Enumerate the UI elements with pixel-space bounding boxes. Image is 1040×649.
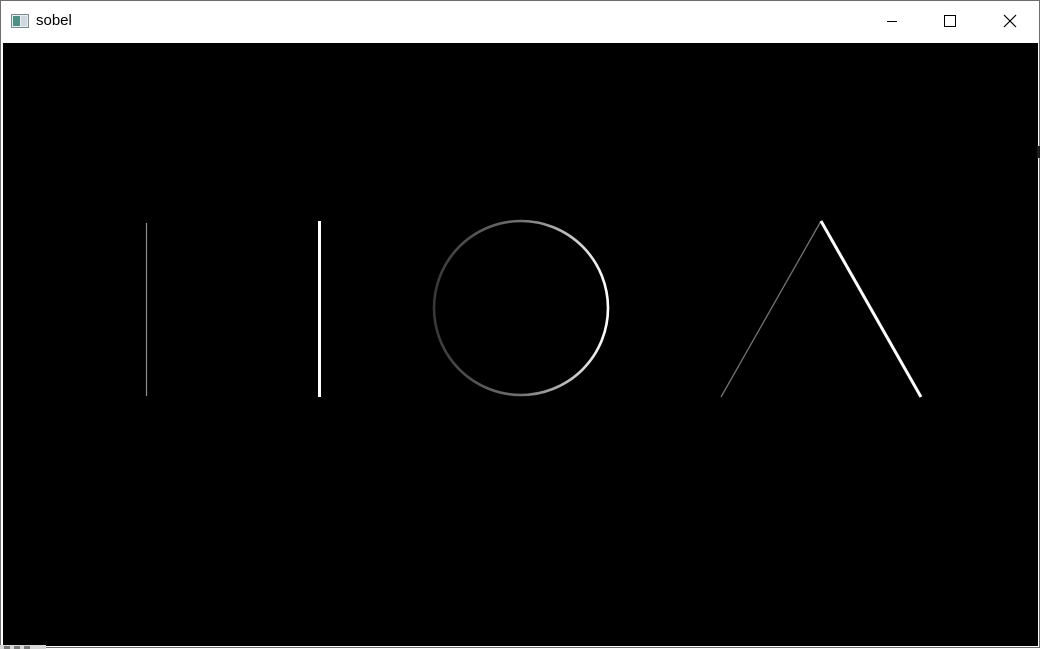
window-title: sobel: [36, 12, 72, 29]
close-button[interactable]: [981, 1, 1039, 41]
title-bar[interactable]: sobel: [1, 1, 1039, 41]
app-window: sobel: [0, 0, 1040, 648]
sobel-edge-image: [145, 219, 923, 398]
close-icon: [1003, 14, 1017, 28]
minimize-button[interactable]: [863, 1, 921, 41]
app-icon: [11, 14, 29, 28]
maximize-icon: [944, 15, 956, 27]
edge-triangle-right: [819, 220, 923, 398]
minimize-icon: [887, 21, 897, 22]
edge-circle: [432, 219, 610, 397]
edge-triangle-left: [720, 220, 822, 398]
taskbar-edge: [0, 645, 46, 649]
image-canvas: [3, 43, 1038, 646]
maximize-button[interactable]: [921, 1, 979, 41]
